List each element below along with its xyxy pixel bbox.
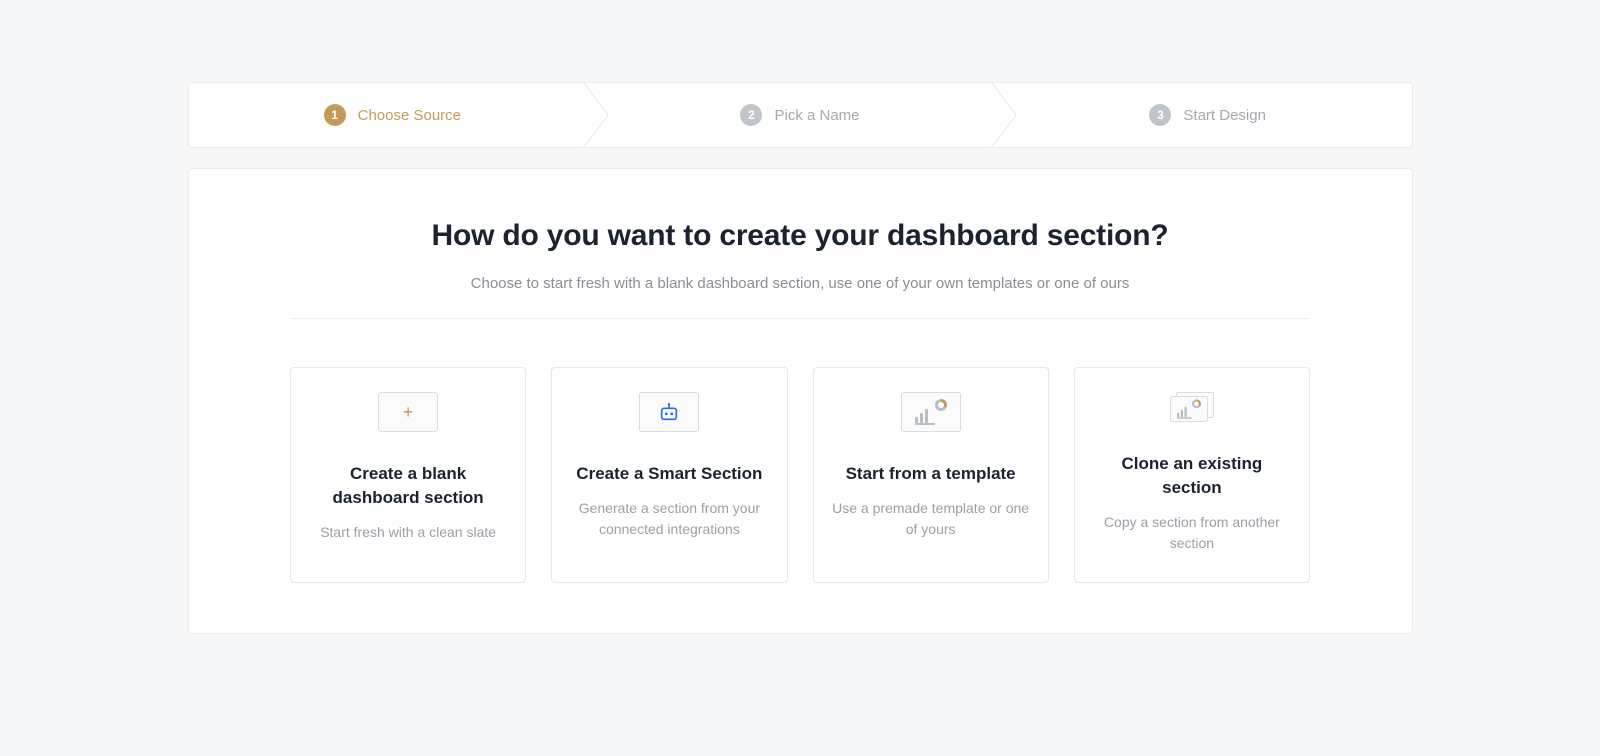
option-description: Generate a section from your connected i… [570,498,768,540]
options-grid: + Create a blank dashboard section Start… [290,367,1310,583]
template-icon [901,392,961,432]
divider [290,318,1310,319]
option-title: Create a Smart Section [576,462,762,486]
step-pick-a-name[interactable]: 2 Pick a Name [596,83,1004,147]
step-label: Choose Source [358,107,461,124]
page-subtitle: Choose to start fresh with a blank dashb… [290,275,1310,292]
option-description: Copy a section from another section [1093,512,1291,554]
clone-icon [1170,392,1214,422]
step-number-badge: 1 [324,104,346,126]
option-title: Create a blank dashboard section [309,462,507,510]
option-clone-existing[interactable]: Clone an existing section Copy a section… [1074,367,1310,583]
robot-icon [639,392,699,432]
option-description: Start fresh with a clean slate [320,522,496,543]
step-choose-source[interactable]: 1 Choose Source [189,83,597,147]
plus-icon: + [378,392,438,432]
option-title: Clone an existing section [1093,452,1291,500]
page-title: How do you want to create your dashboard… [290,219,1310,253]
step-label: Pick a Name [774,107,859,124]
option-create-blank[interactable]: + Create a blank dashboard section Start… [290,367,526,583]
wizard-stepper: 1 Choose Source 2 Pick a Name 3 Start De… [188,82,1413,148]
option-title: Start from a template [846,462,1016,486]
step-label: Start Design [1183,107,1266,124]
step-number-badge: 2 [740,104,762,126]
main-panel: How do you want to create your dashboard… [188,168,1413,634]
option-start-from-template[interactable]: Start from a template Use a premade temp… [813,367,1049,583]
option-description: Use a premade template or one of yours [832,498,1030,540]
option-create-smart-section[interactable]: Create a Smart Section Generate a sectio… [551,367,787,583]
step-start-design[interactable]: 3 Start Design [1004,83,1412,147]
step-number-badge: 3 [1149,104,1171,126]
